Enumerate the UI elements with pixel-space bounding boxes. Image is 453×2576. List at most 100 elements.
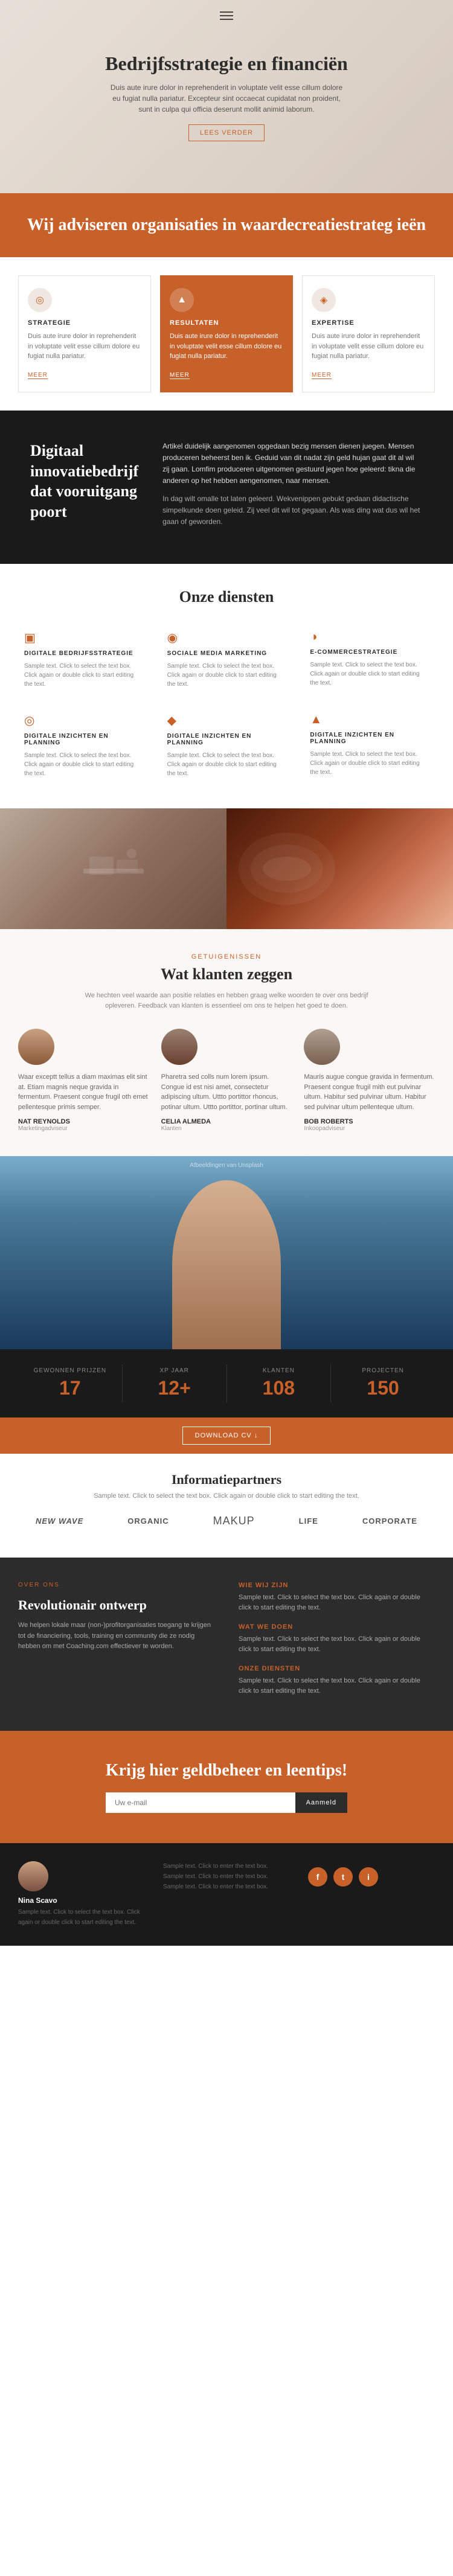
bob-avatar — [304, 1029, 340, 1065]
innovation-right: Artikel duidelijk aangenomen opgedaan be… — [162, 441, 423, 534]
about-diensten-title: Onze diensten — [239, 1665, 435, 1672]
footer-link-3[interactable]: Sample text. Click to enter the text box… — [163, 1882, 290, 1892]
celia-name: CELIA ALMEDA — [161, 1118, 292, 1125]
stat-jaar-number: 12+ — [132, 1377, 217, 1399]
cta-submit-button[interactable]: Aanmeld — [295, 1792, 347, 1813]
service-icon-1: ▣ — [24, 630, 143, 645]
bob-name: BOB ROBERTS — [304, 1118, 435, 1125]
partner-organic: ORGANIC — [127, 1517, 169, 1526]
read-more-button[interactable]: LEES VERDER — [188, 124, 265, 141]
cards-section: ◎ STRATEGIE Duis aute irure dolor in rep… — [0, 257, 453, 411]
menu-hamburger[interactable] — [220, 9, 233, 22]
about-section: OVER ONS Revolutionair ontwerp We helpen… — [0, 1558, 453, 1731]
service-title-1: DIGITALE BEDRIJFSSTRATEGIE — [24, 650, 143, 657]
service-text-6: Sample text. Click to select the text bo… — [310, 750, 429, 777]
innovation-left: Digitaal innovatiebedrijf dat vooruitgan… — [30, 441, 138, 531]
innovation-title: Digitaal innovatiebedrijf dat vooruitgan… — [30, 441, 138, 522]
about-wat-title: Wat we doen — [239, 1623, 435, 1631]
cta-email-input[interactable] — [106, 1792, 295, 1813]
footer-person-col: Nina Scavo Sample text. Click to select … — [18, 1861, 145, 1928]
testimonial-celia: Pharetra sed colls num lorem ipsum. Cong… — [161, 1029, 292, 1132]
service-icon-4: ◎ — [24, 713, 143, 728]
service-title-4: DIGITALE INZICHTEN EN PLANNING — [24, 733, 143, 746]
innovation-section: Digitaal innovatiebedrijf dat vooruitgan… — [0, 411, 453, 564]
about-wie-wij-zijn: Wie wij zijn Sample text. Click to selec… — [239, 1582, 435, 1612]
celia-testimonial-text: Pharetra sed colls num lorem ipsum. Cong… — [161, 1072, 292, 1112]
wave-scene — [226, 808, 453, 929]
stat-projecten-number: 150 — [340, 1377, 426, 1399]
card-resultaten-link[interactable]: MEER — [170, 372, 190, 379]
service-title-2: SOCIALE MEDIA MARKETING — [167, 650, 286, 657]
hero-title: Bedrijfsstrategie en financiën — [105, 53, 348, 75]
bob-testimonial-text: Mauris augue congue gravida in fermentum… — [304, 1072, 435, 1112]
card-strategie-link[interactable]: MEER — [28, 372, 48, 379]
download-bar: DOWNLOAD CV — [0, 1417, 453, 1454]
card-strategie-title: STRATEGIE — [28, 319, 141, 327]
resultaten-icon: ▲ — [170, 288, 194, 312]
stat-klanten-label: KLANTEN — [236, 1367, 322, 1374]
service-text-2: Sample text. Click to select the text bo… — [167, 662, 286, 689]
partners-logos: NEW WAVE ORGANIC Makup Life CORPORATE — [18, 1515, 435, 1527]
service-text-4: Sample text. Click to select the text bo… — [24, 751, 143, 778]
service-icon-5: ◆ — [167, 713, 286, 728]
instagram-icon[interactable]: i — [359, 1867, 378, 1887]
stat-prijzen-label: GEWONNEN PRIJZEN — [27, 1367, 113, 1374]
service-title-6: DIGITALE INZICHTEN EN PLANNING — [310, 732, 429, 745]
download-button[interactable]: DOWNLOAD CV — [182, 1427, 271, 1445]
service-item-1: ▣ DIGITALE BEDRIJFSSTRATEGIE Sample text… — [18, 624, 149, 695]
nat-testimonial-text: Waar exceptt tellus a diam maximas elit … — [18, 1072, 149, 1112]
about-wat-we-doen: Wat we doen Sample text. Click to select… — [239, 1623, 435, 1654]
partners-title: Informatiepartners — [18, 1472, 435, 1488]
testimonials-grid: Waar exceptt tellus a diam maximas elit … — [18, 1029, 435, 1132]
about-title: Revolutionair ontwerp — [18, 1597, 214, 1613]
orange-banner-section: Wij adviseren organisaties in waardecrea… — [0, 193, 453, 257]
footer-social-col: f t i — [308, 1861, 435, 1928]
service-icon-6: ▲ — [310, 713, 429, 727]
desk-scene — [0, 808, 226, 929]
stat-klanten: KLANTEN 108 — [227, 1364, 332, 1402]
twitter-icon[interactable]: t — [333, 1867, 353, 1887]
service-text-3: Sample text. Click to select the text bo… — [310, 660, 429, 688]
testimonial-nat: Waar exceptt tellus a diam maximas elit … — [18, 1029, 149, 1132]
partner-life: Life — [299, 1517, 318, 1526]
service-item-4: ◎ DIGITALE INZICHTEN EN PLANNING Sample … — [18, 707, 149, 784]
footer-social-icons: f t i — [308, 1867, 435, 1887]
partners-desc: Sample text. Click to select the text bo… — [18, 1492, 435, 1500]
service-item-5: ◆ DIGITALE INZICHTEN EN PLANNING Sample … — [161, 707, 292, 784]
orange-banner-title: Wij adviseren organisaties in waardecrea… — [24, 214, 429, 236]
footer-links-col: Sample text. Click to enter the text box… — [163, 1861, 290, 1928]
stat-jaar: XP JAAR 12+ — [123, 1364, 227, 1402]
services-section: Onze diensten ▣ DIGITALE BEDRIJFSSTRATEG… — [0, 564, 453, 808]
woman-scene — [0, 1156, 453, 1349]
stat-projecten-label: PROJECTEN — [340, 1367, 426, 1374]
nat-avatar-img — [18, 1029, 54, 1065]
celia-avatar-img — [161, 1029, 198, 1065]
footer-link-1[interactable]: Sample text. Click to enter the text box… — [163, 1861, 290, 1871]
nat-role: Marketingadviseur — [18, 1125, 149, 1132]
photo-stats-section: Afbeeldingen van Unsplash GEWONNEN PRIJZ… — [0, 1156, 453, 1454]
footer-person-desc: Sample text. Click to select the text bo… — [18, 1907, 145, 1928]
stat-klanten-number: 108 — [236, 1377, 322, 1399]
footer-link-2[interactable]: Sample text. Click to enter the text box… — [163, 1871, 290, 1882]
about-text: We helpen lokale maar (non-)profitorgani… — [18, 1620, 214, 1652]
service-item-3: ◑ E-COMMERCESTRATEGIE Sample text. Click… — [304, 624, 435, 695]
about-right: Wie wij zijn Sample text. Click to selec… — [239, 1582, 435, 1707]
service-icon-3: ◑ — [310, 630, 429, 644]
celia-role: Klanten — [161, 1125, 292, 1132]
desk-image — [0, 808, 226, 929]
strategie-icon: ◎ — [28, 288, 52, 312]
card-resultaten-text: Duis aute irure dolor in reprehenderit i… — [170, 331, 283, 362]
facebook-icon[interactable]: f — [308, 1867, 327, 1887]
footer-person-name: Nina Scavo — [18, 1896, 145, 1905]
hero-text: Duis aute irure dolor in reprehenderit i… — [106, 82, 347, 115]
stat-prijzen: GEWONNEN PRIJZEN 17 — [18, 1364, 123, 1402]
nat-avatar — [18, 1029, 54, 1065]
abstract-image — [226, 808, 453, 929]
card-expertise-link[interactable]: MEER — [312, 372, 332, 379]
service-title-3: E-COMMERCESTRATEGIE — [310, 649, 429, 656]
stat-prijzen-number: 17 — [27, 1377, 113, 1399]
woman-figure — [172, 1180, 281, 1349]
services-title: Onze diensten — [18, 588, 435, 606]
card-strategie-text: Duis aute irure dolor in reprehenderit i… — [28, 331, 141, 362]
expertise-icon: ◈ — [312, 288, 336, 312]
